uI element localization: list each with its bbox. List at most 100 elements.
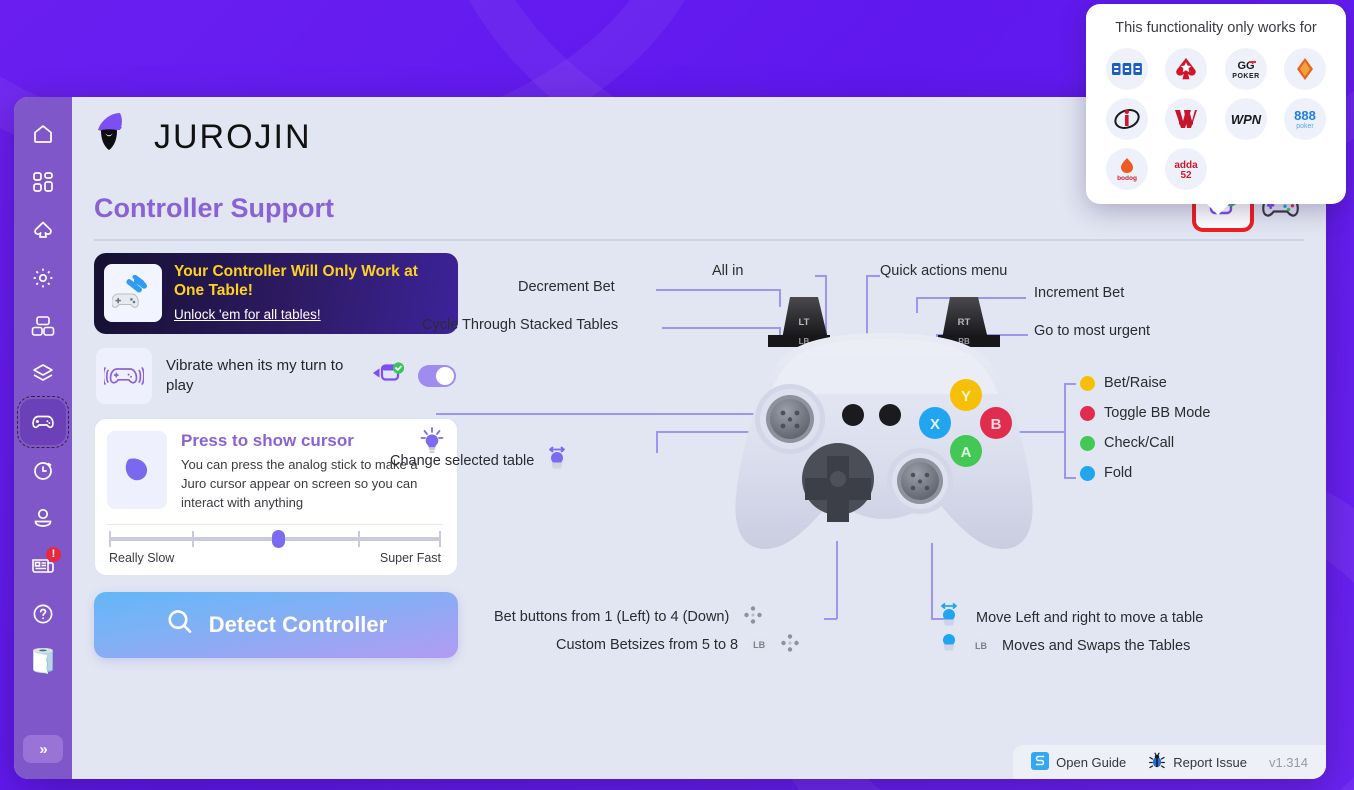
legend-dot-green: [1080, 435, 1095, 451]
brand-logo[interactable]: JUROJIN: [92, 111, 312, 164]
label-bet-buttons-row: Bet buttons from 1 (Left) to 4 (Down): [494, 605, 763, 629]
label-all-in: All in: [712, 263, 744, 279]
svg-text:888: 888: [1294, 108, 1316, 123]
legend-label-bet-raise: Bet/Raise: [1104, 375, 1167, 391]
sidebar: ! 🧻 »: [14, 97, 72, 779]
site-logo-winamax[interactable]: [1165, 98, 1208, 140]
site-logo-pokerstars[interactable]: [1165, 48, 1208, 90]
search-icon: [165, 607, 195, 643]
label-change-selected-table-row: Change selected table: [390, 445, 568, 477]
site-logo-888-ggnetwork[interactable]: [1105, 48, 1148, 90]
promo-title: Your Controller Will Only Work at One Ta…: [174, 263, 418, 299]
cursor-card: Press to show cursor You can press the a…: [94, 417, 458, 577]
label-custom-betsizes: Custom Betsizes from 5 to 8: [556, 637, 739, 653]
dpad-icon: [743, 605, 763, 629]
lb-key-badge: LB: [749, 637, 770, 653]
slider-max-label: Super Fast: [379, 551, 441, 566]
vibrate-toggle[interactable]: [418, 364, 456, 387]
table-layout-icon: [31, 315, 55, 337]
legend-toggle-bb: Toggle BB Mode: [1080, 405, 1210, 421]
left-stick-horizontal-icon: [546, 445, 568, 477]
sidebar-item-stacks[interactable]: [20, 351, 66, 397]
legend-dot-blue: [1080, 465, 1095, 481]
sidebar-item-news[interactable]: !: [20, 543, 66, 589]
version-label: v1.314: [1268, 754, 1308, 770]
popover-tail: [1206, 203, 1230, 215]
svg-text:X: X: [930, 416, 940, 433]
leg-dpad-h: [824, 618, 837, 620]
slider-tick: [109, 531, 111, 548]
leg-face-b: [1064, 477, 1076, 479]
slider-knob[interactable]: [271, 530, 285, 549]
controller-diagram: LT LB RT RB Y X B A Decrement Bet Cycle …: [390, 253, 1308, 779]
sidebar-item-help[interactable]: [20, 591, 66, 637]
label-swap-tables-row: LB Moves and Swaps the Tables: [938, 633, 1190, 659]
sidebar-item-controller[interactable]: [17, 396, 69, 448]
detect-controller-label: Detect Controller: [208, 612, 388, 638]
legend-label-check-call: Check/Call: [1104, 435, 1175, 451]
slider-labels: Really Slow Super Fast: [109, 551, 441, 565]
sidebar-expand-button[interactable]: »: [23, 735, 63, 763]
label-swap-tables: Moves and Swaps the Tables: [1002, 638, 1191, 654]
person-icon: [31, 506, 55, 530]
right-stick-icon: [938, 633, 960, 659]
sidebar-item-timer[interactable]: [20, 447, 66, 493]
label-move-table-row: Move Left and right to move a table: [938, 601, 1203, 635]
question-icon: [31, 602, 55, 626]
slider-track[interactable]: [109, 530, 441, 549]
sidebar-item-profile[interactable]: [20, 495, 66, 541]
sidebar-item-dashboard[interactable]: [20, 159, 66, 205]
site-logo-ipoker[interactable]: [1105, 98, 1148, 140]
svg-text:POKER: POKER: [1232, 73, 1259, 80]
vibrating-gamepad-icon: [96, 347, 152, 404]
leg-quick-h: [866, 275, 880, 277]
legend-fold: Fold: [1080, 465, 1132, 481]
table-check-badge-icon: [370, 360, 408, 391]
stopwatch-icon: [31, 458, 55, 482]
label-custom-betsizes-row: Custom Betsizes from 5 to 8 LB: [556, 633, 800, 657]
home-icon: [31, 122, 55, 146]
sidebar-item-tables[interactable]: [20, 207, 66, 253]
detect-controller-button[interactable]: Detect Controller: [94, 592, 458, 659]
slider-min-label: Really Slow: [109, 551, 175, 566]
svg-text:bodog: bodog: [1117, 175, 1137, 182]
gamepad-icon: [30, 409, 56, 435]
sidebar-item-layouts[interactable]: [20, 303, 66, 349]
page-title: Controller Support: [94, 192, 334, 223]
label-decrement-bet: Decrement Bet: [518, 279, 615, 295]
content: Your Controller Will Only Work at One Ta…: [72, 241, 1326, 779]
label-bet-buttons: Bet buttons from 1 (Left) to 4 (Down): [494, 609, 730, 625]
label-increment-bet: Increment Bet: [1034, 285, 1125, 301]
site-logo-ggpoker[interactable]: GG POKER: [1224, 48, 1267, 90]
sidebar-item-settings[interactable]: [20, 255, 66, 301]
legend-dot-yellow: [1080, 375, 1095, 391]
controller-cable-icon: [104, 264, 162, 323]
brand-name: JUROJIN: [154, 117, 312, 156]
open-guide-button[interactable]: Open Guide: [1031, 751, 1126, 773]
report-issue-button[interactable]: Report Issue: [1148, 752, 1247, 773]
label-quick-actions: Quick actions menu: [880, 263, 1008, 279]
slider-tick: [192, 531, 194, 548]
svg-text:A: A: [961, 444, 972, 461]
guide-icon: [1031, 751, 1050, 773]
site-logo-888poker[interactable]: 888 poker: [1284, 98, 1327, 140]
treasure-chest-icon: 🧻: [28, 648, 58, 675]
svg-text:RT: RT: [958, 317, 971, 328]
promo-link[interactable]: Unlock 'em for all tables!: [174, 307, 321, 322]
slider-tick: [439, 531, 441, 548]
promo-card[interactable]: Your Controller Will Only Work at One Ta…: [94, 253, 458, 334]
cursor-speed-slider[interactable]: Really Slow Super Fast: [107, 525, 443, 565]
juro-cursor-thumb: [107, 430, 167, 509]
site-logo-partypoker[interactable]: [1284, 48, 1327, 90]
layers-icon: [31, 362, 55, 386]
site-logo-wpn[interactable]: WPN: [1224, 98, 1267, 140]
label-change-selected-table: Change selected table: [390, 453, 535, 469]
sidebar-item-rewards[interactable]: 🧻: [20, 639, 66, 685]
site-logo-adda52[interactable]: adda 52: [1165, 148, 1208, 190]
site-logo-bodog[interactable]: bodog: [1105, 148, 1148, 190]
footer: Open Guide Report Issue v1.314: [1013, 745, 1326, 779]
gear-icon: [31, 266, 55, 290]
lb-key-badge: LB: [971, 638, 991, 654]
sidebar-item-home[interactable]: [20, 111, 66, 157]
svg-text:poker: poker: [1296, 123, 1314, 130]
